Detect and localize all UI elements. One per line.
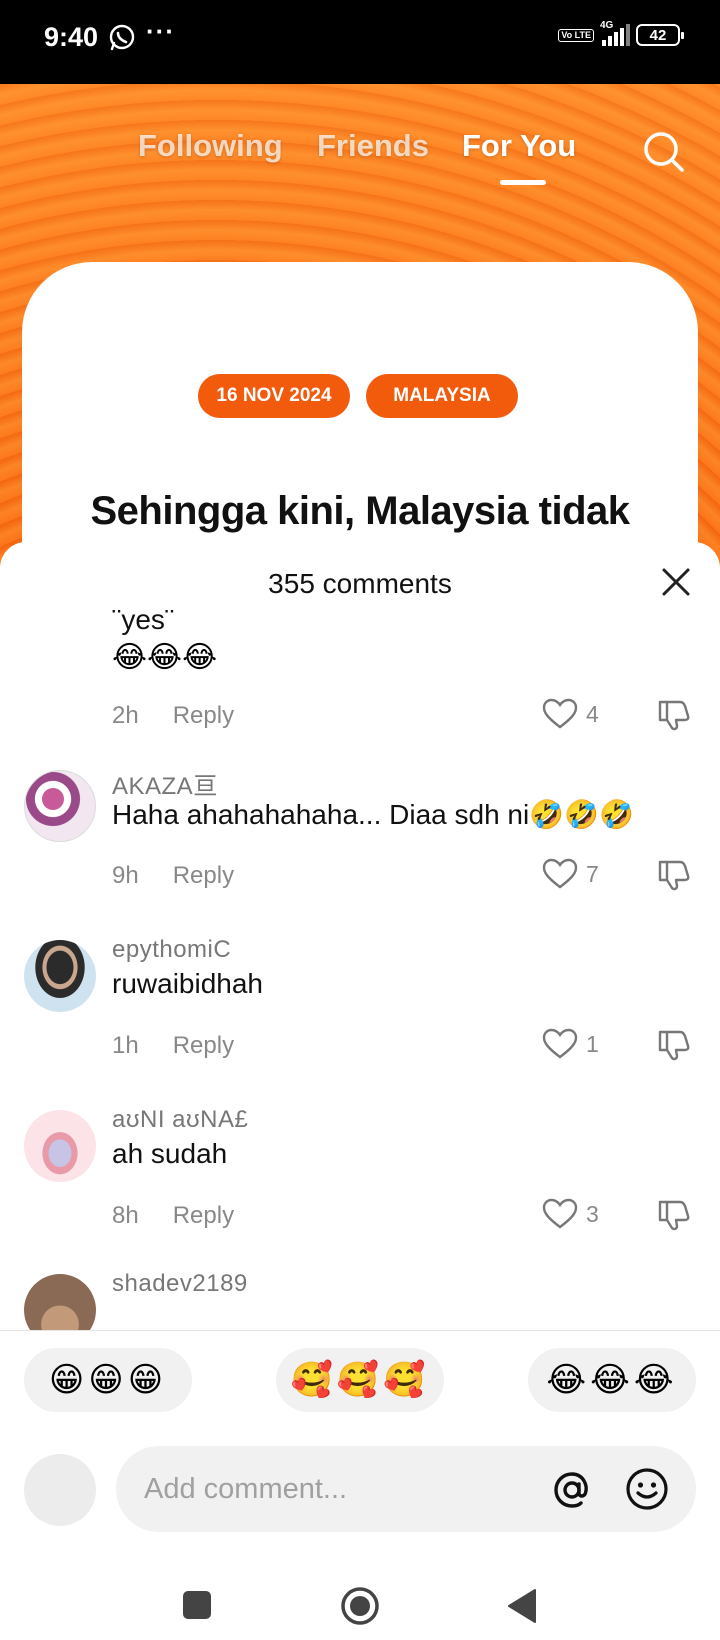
dislike-icon[interactable]	[656, 856, 692, 892]
like-count: 3	[586, 1200, 599, 1227]
comment-username[interactable]: AKAZA亘	[112, 766, 218, 801]
emoji-icon[interactable]	[624, 1466, 670, 1512]
add-comment-input[interactable]	[116, 1446, 696, 1532]
like-button[interactable]: 1	[542, 1028, 599, 1060]
like-button[interactable]: 3	[542, 1198, 599, 1230]
heart-icon	[542, 698, 578, 729]
region-pill: MALAYSIA	[366, 374, 518, 418]
status-indicators: Vo LTE 4G 42	[558, 20, 684, 46]
heart-icon	[542, 858, 578, 889]
reply-button[interactable]: Reply	[173, 702, 234, 729]
signal-icon: 4G	[600, 20, 630, 46]
home-icon[interactable]	[340, 1586, 380, 1626]
recents-icon[interactable]	[182, 1590, 212, 1620]
comment-text: ruwaibidhah	[112, 968, 263, 999]
comment-time: 1h	[112, 1032, 139, 1059]
mention-icon[interactable]	[550, 1468, 594, 1512]
comment-item: epythomiC ruwaibidhah 1h Reply 1	[0, 936, 720, 1100]
comments-sheet: 355 comments ¨yes¨ 😂😂😂 2h Reply 4 AKAZA亘 …	[0, 542, 720, 1640]
comment-text: ¨yes¨	[112, 610, 175, 635]
comment-item: ¨yes¨ 😂😂😂 2h Reply 4	[0, 610, 720, 760]
quick-emoji-bar: 😁😁😁 🥰🥰🥰 😂😂😂	[0, 1348, 720, 1412]
tab-following[interactable]: Following	[138, 128, 283, 164]
dislike-icon[interactable]	[656, 1026, 692, 1062]
comment-emoji: 😂😂😂	[112, 641, 218, 674]
comment-meta: 8h Reply	[112, 1202, 234, 1230]
comment-meta: 1h Reply	[112, 1032, 234, 1060]
like-button[interactable]: 7	[542, 858, 599, 890]
avatar[interactable]	[24, 770, 96, 842]
comment-item: aʊNI aʊNA£ ah sudah 8h Reply 3	[0, 1106, 720, 1270]
comment-item: AKAZA亘 Haha ahahahahaha... Diaa sdh ni🤣🤣…	[0, 770, 720, 930]
comment-time: 9h	[112, 862, 139, 889]
comment-username[interactable]: aʊNI aʊNA£	[112, 1106, 248, 1134]
quick-emoji-grin[interactable]: 😁😁😁	[24, 1348, 192, 1412]
date-pill: 16 NOV 2024	[198, 374, 350, 418]
dislike-icon[interactable]	[656, 1196, 692, 1232]
close-icon[interactable]	[660, 566, 692, 598]
divider	[0, 1330, 720, 1331]
status-time: 9:40	[44, 22, 99, 52]
network-type: 4G	[600, 20, 614, 31]
like-count: 1	[586, 1030, 599, 1057]
active-tab-indicator	[500, 180, 546, 185]
like-count: 4	[586, 700, 599, 727]
video-background[interactable]: Following Friends For You 16 NOV 2024 MA…	[0, 84, 720, 604]
comment-meta: 2h Reply	[112, 702, 234, 730]
system-nav-bar	[0, 1572, 720, 1640]
heart-icon	[542, 1028, 578, 1059]
dislike-icon[interactable]	[656, 696, 692, 732]
status-bar: 9:40 ··· Vo LTE 4G 42	[0, 0, 720, 84]
comment-text: Haha ahahahahaha... Diaa sdh ni🤣🤣🤣	[112, 799, 634, 830]
tab-for-you[interactable]: For You	[462, 128, 576, 164]
comment-time: 2h	[112, 702, 139, 729]
quick-emoji-love[interactable]: 🥰🥰🥰	[276, 1348, 444, 1412]
whatsapp-icon	[109, 24, 135, 51]
feed-tabs: Following Friends For You	[0, 108, 720, 185]
battery-icon: 42	[636, 24, 684, 46]
avatar[interactable]	[24, 1110, 96, 1182]
reply-button[interactable]: Reply	[173, 1202, 234, 1229]
tab-friends[interactable]: Friends	[317, 128, 429, 164]
like-count: 7	[586, 860, 599, 887]
comment-username[interactable]: epythomiC	[112, 936, 231, 964]
comment-meta: 9h Reply	[112, 862, 234, 890]
reply-button[interactable]: Reply	[173, 862, 234, 889]
volte-indicator: Vo LTE	[558, 28, 594, 42]
comment-username[interactable]: shadev2189	[112, 1270, 248, 1298]
search-icon[interactable]	[642, 130, 686, 174]
comment-item: shadev2189	[0, 1270, 720, 1330]
comment-time: 8h	[112, 1202, 139, 1229]
quick-emoji-laugh[interactable]: 😂😂😂	[528, 1348, 696, 1412]
comment-text: ah sudah	[112, 1138, 228, 1169]
user-avatar	[24, 1454, 96, 1526]
comment-composer	[0, 1446, 720, 1532]
comments-count-title: 355 comments	[268, 568, 452, 599]
back-icon[interactable]	[506, 1588, 538, 1624]
heart-icon	[542, 1198, 578, 1229]
status-more-dots: ···	[146, 16, 175, 46]
like-button[interactable]: 4	[542, 698, 599, 730]
battery-level: 42	[649, 26, 667, 44]
comments-list[interactable]: ¨yes¨ 😂😂😂 2h Reply 4 AKAZA亘 Haha ahahahah…	[0, 610, 720, 1330]
avatar[interactable]	[24, 1274, 96, 1330]
reply-button[interactable]: Reply	[173, 1032, 234, 1059]
avatar[interactable]	[24, 940, 96, 1012]
